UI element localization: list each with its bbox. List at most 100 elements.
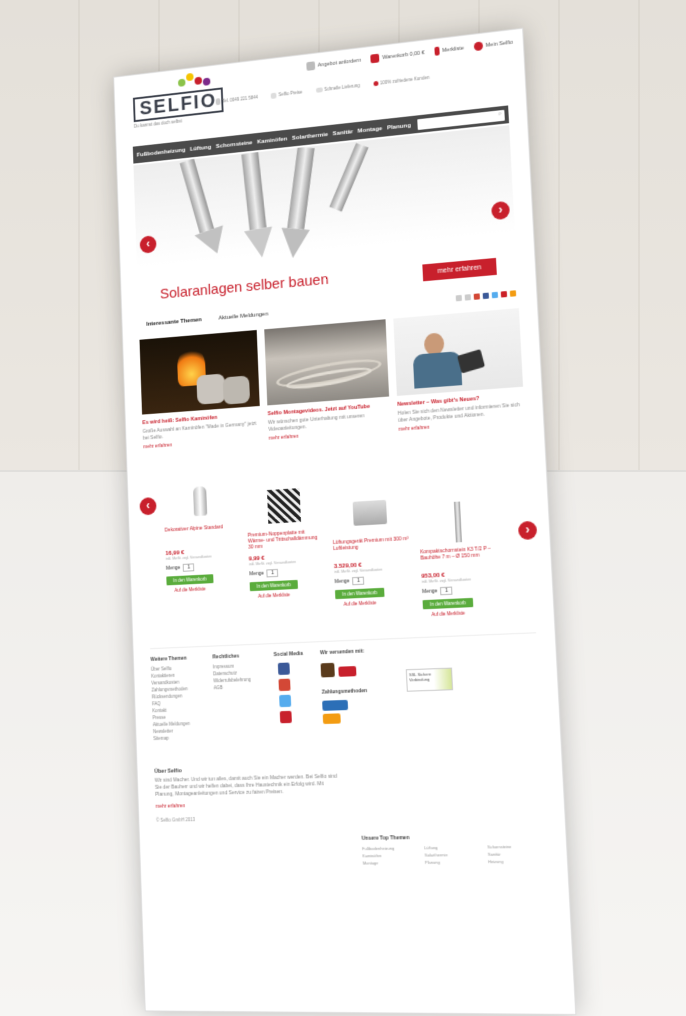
top-topic-link[interactable]: Schornsteine bbox=[487, 844, 545, 850]
twitter-icon[interactable] bbox=[279, 694, 292, 708]
topic-card[interactable]: Es wird heiß: Selfio Kaminöfen Große Aus… bbox=[139, 330, 261, 450]
tab-news[interactable]: Aktuelle Meldungen bbox=[218, 312, 268, 322]
about-text: Wir sind Macher. Und wir tun alles, dami… bbox=[154, 773, 338, 798]
nav-item-planning[interactable]: Planung bbox=[387, 122, 411, 131]
product-name[interactable]: Dekorativer Alpine Standard bbox=[165, 523, 239, 547]
footer-link[interactable]: AGB bbox=[214, 683, 252, 691]
twitter-icon[interactable] bbox=[491, 291, 499, 299]
mail-icon[interactable] bbox=[464, 294, 471, 301]
quantity-row: Menge 1 bbox=[166, 561, 240, 573]
tab-topics[interactable]: Interessante Themen bbox=[146, 317, 202, 327]
cart-link[interactable]: Warenkorb 0,00 € bbox=[370, 48, 425, 64]
about-section: Über Selfio Wir sind Macher. Und wir tun… bbox=[154, 764, 339, 823]
quantity-row: Menge 1 bbox=[249, 567, 324, 579]
rss-icon[interactable] bbox=[509, 290, 517, 297]
print-icon[interactable] bbox=[455, 294, 462, 302]
quantity-input[interactable]: 1 bbox=[182, 563, 195, 572]
footer-col-legal: Rechtliches Impressum Datenschutz Widerr… bbox=[212, 653, 251, 691]
product-image[interactable] bbox=[331, 490, 409, 537]
nav-item-stoves[interactable]: Kaminöfen bbox=[257, 135, 287, 145]
product-carousel: ‹ › Dekorativer Alpine Standard 16,99 € … bbox=[139, 460, 538, 650]
add-to-cart-button[interactable]: In den Warenkorb bbox=[249, 579, 298, 592]
top-topic-link[interactable]: Fußbodenheizung bbox=[362, 845, 418, 852]
footer-link[interactable]: Sitemap bbox=[153, 734, 190, 742]
nav-item-sanitary[interactable]: Sanitär bbox=[333, 128, 353, 137]
top-topic-link[interactable]: Solarthermie bbox=[424, 852, 481, 857]
wishlist-link[interactable]: Merkliste bbox=[434, 44, 464, 56]
google-plus-icon[interactable] bbox=[473, 293, 480, 300]
quantity-row: Menge 1 bbox=[334, 574, 411, 586]
nav-item-solar[interactable]: Solarthermie bbox=[292, 131, 328, 142]
quantity-input[interactable]: 1 bbox=[352, 576, 365, 586]
fireplace-image bbox=[139, 330, 260, 415]
topics-grid: Es wird heiß: Selfio Kaminöfen Große Aus… bbox=[139, 308, 525, 450]
nav-item-mounting[interactable]: Montage bbox=[357, 125, 382, 134]
product-image[interactable] bbox=[163, 478, 238, 524]
newsletter-image bbox=[393, 308, 524, 396]
ups-logo bbox=[320, 662, 335, 678]
dpd-logo bbox=[338, 666, 357, 677]
quantity-input[interactable]: 1 bbox=[440, 586, 453, 596]
product-card: Premium-Noppenplatte mit Wärme- und Trit… bbox=[246, 483, 326, 599]
phone-icon bbox=[215, 98, 221, 106]
footer-col-topics: Weitere Themen Über Selfio Kontaktieren … bbox=[150, 655, 191, 742]
document-icon bbox=[305, 61, 315, 71]
product-card: Kompaktschornstein K3 T/2 P – Bauhöhe 7 … bbox=[418, 498, 502, 617]
mastercard-logo bbox=[322, 713, 341, 725]
logo[interactable]: SELFIO Du kannst das doch selbst bbox=[132, 72, 224, 129]
add-to-cart-button[interactable]: In den Warenkorb bbox=[166, 574, 214, 586]
truck-icon bbox=[315, 87, 323, 93]
add-to-wishlist-link[interactable]: Auf die Merkliste bbox=[167, 586, 214, 593]
add-to-cart-button[interactable]: In den Warenkorb bbox=[422, 597, 474, 610]
paypal-logo bbox=[322, 699, 349, 711]
pinterest-icon[interactable] bbox=[500, 291, 508, 298]
about-link[interactable]: mehr erfahren bbox=[156, 800, 339, 810]
user-icon bbox=[473, 41, 483, 52]
youtube-icon[interactable] bbox=[279, 710, 292, 724]
floor-heating-image bbox=[264, 319, 390, 406]
account-link[interactable]: Mein Selfio bbox=[473, 38, 513, 52]
content-tabs: Interessante Themen Aktuelle Meldungen bbox=[146, 312, 268, 328]
info-prices: Selfio Preise bbox=[270, 89, 303, 99]
top-topic-link[interactable]: Kaminöfen bbox=[362, 853, 418, 858]
add-to-cart-button[interactable]: In den Warenkorb bbox=[334, 587, 385, 600]
search-icon[interactable]: ⌕ bbox=[498, 111, 502, 118]
footer-col-social: Social Media bbox=[274, 651, 306, 724]
add-to-wishlist-link[interactable]: Auf die Merkliste bbox=[336, 600, 385, 607]
top-topics: Unsere Top Themen Fußbodenheizung Lüftun… bbox=[362, 833, 547, 866]
facebook-icon[interactable] bbox=[277, 662, 290, 676]
quantity-input[interactable]: 1 bbox=[266, 568, 279, 578]
product-image[interactable] bbox=[418, 498, 499, 545]
product-name[interactable]: Kompaktschornstein K3 T/2 P – Bauhöhe 7 … bbox=[420, 545, 500, 569]
product-name[interactable]: Lüftungsgerät Premium mit 300 m³ Luftlei… bbox=[333, 536, 411, 560]
stage: Angebot anfordern Warenkorb 0,00 € Merkl… bbox=[0, 0, 686, 1016]
top-topic-link[interactable]: Heizung bbox=[488, 858, 546, 864]
facebook-icon[interactable] bbox=[482, 292, 489, 300]
top-topic-link[interactable]: Montage bbox=[363, 860, 419, 865]
top-topic-link[interactable]: Lüftung bbox=[424, 844, 481, 850]
nav-item-chimneys[interactable]: Schornsteine bbox=[216, 139, 253, 150]
top-topic-link[interactable]: Planung bbox=[425, 859, 482, 865]
footer-link[interactable]: Widerrufsbelehrung bbox=[213, 676, 251, 684]
nav-item-ventilation[interactable]: Lüftung bbox=[190, 143, 212, 152]
add-to-wishlist-link[interactable]: Auf die Merkliste bbox=[423, 610, 474, 618]
product-card: Lüftungsgerät Premium mit 300 m³ Luftlei… bbox=[331, 490, 413, 608]
top-topic-link[interactable]: Sanitär bbox=[488, 851, 546, 856]
top-topics-list: Fußbodenheizung Lüftung Schornsteine Kam… bbox=[362, 844, 546, 866]
product-image[interactable] bbox=[246, 483, 323, 529]
add-to-wishlist-link[interactable]: Auf die Merkliste bbox=[250, 592, 298, 599]
cart-icon bbox=[370, 53, 380, 64]
info-bar: Tel. 0049 221 5844 Selfio Preise Schnell… bbox=[215, 64, 515, 106]
product-name[interactable]: Premium-Noppenplatte mit Wärme- und Trit… bbox=[248, 529, 324, 553]
quote-link[interactable]: Angebot anfordern bbox=[305, 56, 361, 71]
nav-item-floor-heating[interactable]: Fußbodenheizung bbox=[137, 146, 186, 158]
tag-icon bbox=[270, 92, 277, 99]
products-prev-button[interactable]: ‹ bbox=[139, 496, 157, 516]
product-card: Dekorativer Alpine Standard 16,99 € inkl… bbox=[163, 478, 240, 593]
products-next-button[interactable]: › bbox=[517, 520, 538, 541]
info-delivery: Schnelle Lieferung bbox=[315, 82, 361, 94]
topic-card[interactable]: Selfio Montagevideos. Jetzt auf YouTube … bbox=[264, 319, 391, 442]
website-page: Angebot anfordern Warenkorb 0,00 € Merkl… bbox=[114, 28, 576, 1015]
topic-card[interactable]: Newsletter – Was gibt's Neues? Holen Sie… bbox=[393, 308, 525, 433]
google-plus-icon[interactable] bbox=[278, 678, 291, 692]
